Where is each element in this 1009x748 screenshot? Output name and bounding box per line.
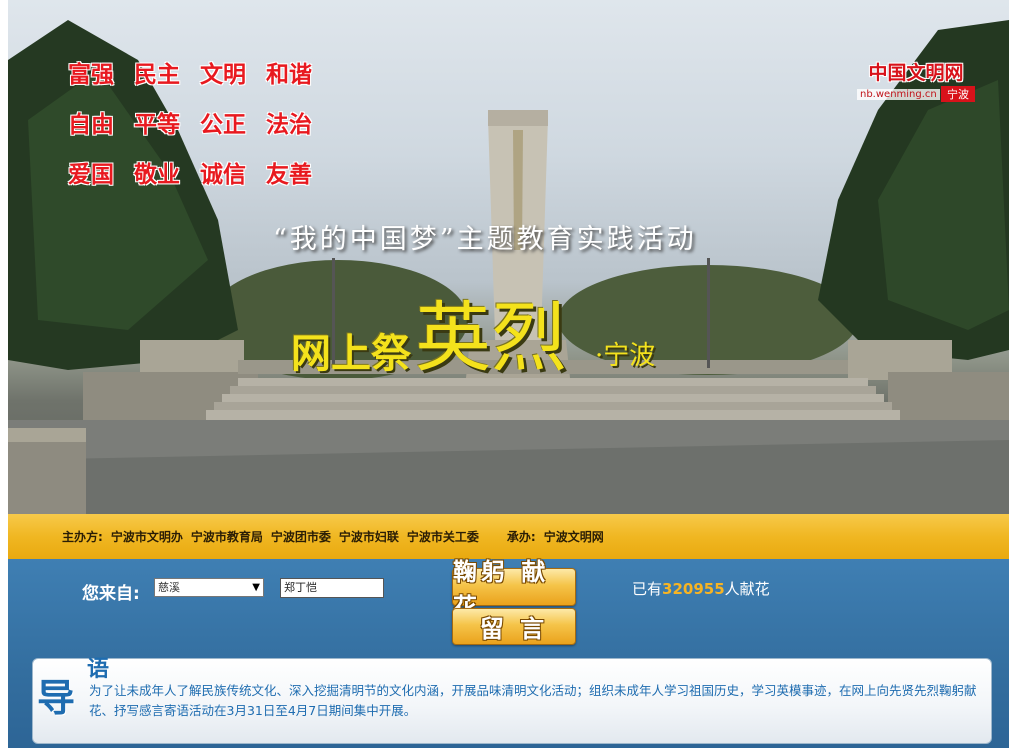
- value-word: 诚信: [200, 162, 246, 188]
- value-word: 民主: [134, 62, 180, 88]
- count-prefix: 已有: [632, 580, 663, 598]
- dropdown-arrow-icon: ▼: [252, 582, 260, 593]
- district-select[interactable]: 慈溪 ▼: [154, 578, 264, 597]
- host-org: 宁波市关工委: [406, 530, 479, 544]
- intro-text: 为了让未成年人了解民族传统文化、深入挖掘清明节的文化内涵，开展品味清明文化活动；…: [89, 683, 977, 718]
- host-org: 宁波市文明办: [110, 530, 183, 544]
- intro-title-big: 导: [37, 675, 76, 720]
- host-org: 宁波市教育局: [190, 530, 263, 544]
- value-word: 平等: [134, 112, 180, 138]
- intro-box: 导 语 为了让未成年人了解民族传统文化、深入挖掘清明节的文化内涵，开展品味清明文…: [32, 656, 992, 744]
- from-label: 您来自:: [82, 584, 140, 604]
- value-word: 敬业: [134, 162, 180, 188]
- value-word: 友善: [266, 162, 312, 188]
- host-org: 宁波市妇联: [338, 530, 399, 544]
- count-suffix: 人献花: [724, 580, 770, 598]
- tribute-panel: 您来自: 慈溪 ▼ 郑丁恺 鞠躬 献花 留 言 已有320955人献花 导 语 …: [8, 558, 1009, 748]
- value-word: 公正: [200, 112, 246, 138]
- leave-message-button[interactable]: 留 言: [452, 608, 576, 645]
- district-select-value: 慈溪: [158, 581, 180, 594]
- host-label: 主办方:: [62, 530, 103, 544]
- name-input[interactable]: 郑丁恺: [280, 578, 384, 598]
- host-org: 宁波团市委: [270, 530, 331, 544]
- organizer-label: 承办:: [506, 530, 536, 544]
- wenming-logo[interactable]: 中国文明网 nb.wenming.cn 宁波: [857, 62, 975, 102]
- logo-city: 宁波: [941, 86, 975, 102]
- headline-part2: 英烈: [415, 293, 567, 382]
- headline-part3: ·宁波: [595, 341, 656, 371]
- value-word: 自由: [68, 112, 114, 138]
- value-word: 爱国: [68, 162, 114, 188]
- flower-count: 已有320955人献花: [632, 578, 770, 599]
- bow-flower-button[interactable]: 鞠躬 献花: [452, 558, 576, 621]
- headline-part1: 网上祭: [291, 330, 411, 377]
- logo-url: nb.wenming.cn: [857, 88, 940, 100]
- value-word: 富强: [68, 62, 114, 88]
- value-word: 法治: [266, 112, 312, 138]
- value-word: 和谐: [266, 62, 312, 88]
- theme-title: “我的中国梦”主题教育实践活动: [273, 224, 697, 255]
- organizer-org: 宁波文明网: [543, 530, 604, 544]
- core-values-grid: 富强 民主 文明 和谐 自由 平等 公正 法治 爱国 敬业 诚信 友善: [68, 62, 332, 188]
- logo-name: 中国文明网: [868, 62, 964, 84]
- hero-banner: 富强 民主 文明 和谐 自由 平等 公正 法治 爱国 敬业 诚信 友善 中国文明…: [8, 0, 1009, 514]
- value-word: 文明: [200, 62, 246, 88]
- headline: 网上祭 英烈 ·宁波: [291, 300, 655, 376]
- count-value: 320955: [662, 580, 725, 598]
- intro-title-small: 语: [87, 656, 110, 682]
